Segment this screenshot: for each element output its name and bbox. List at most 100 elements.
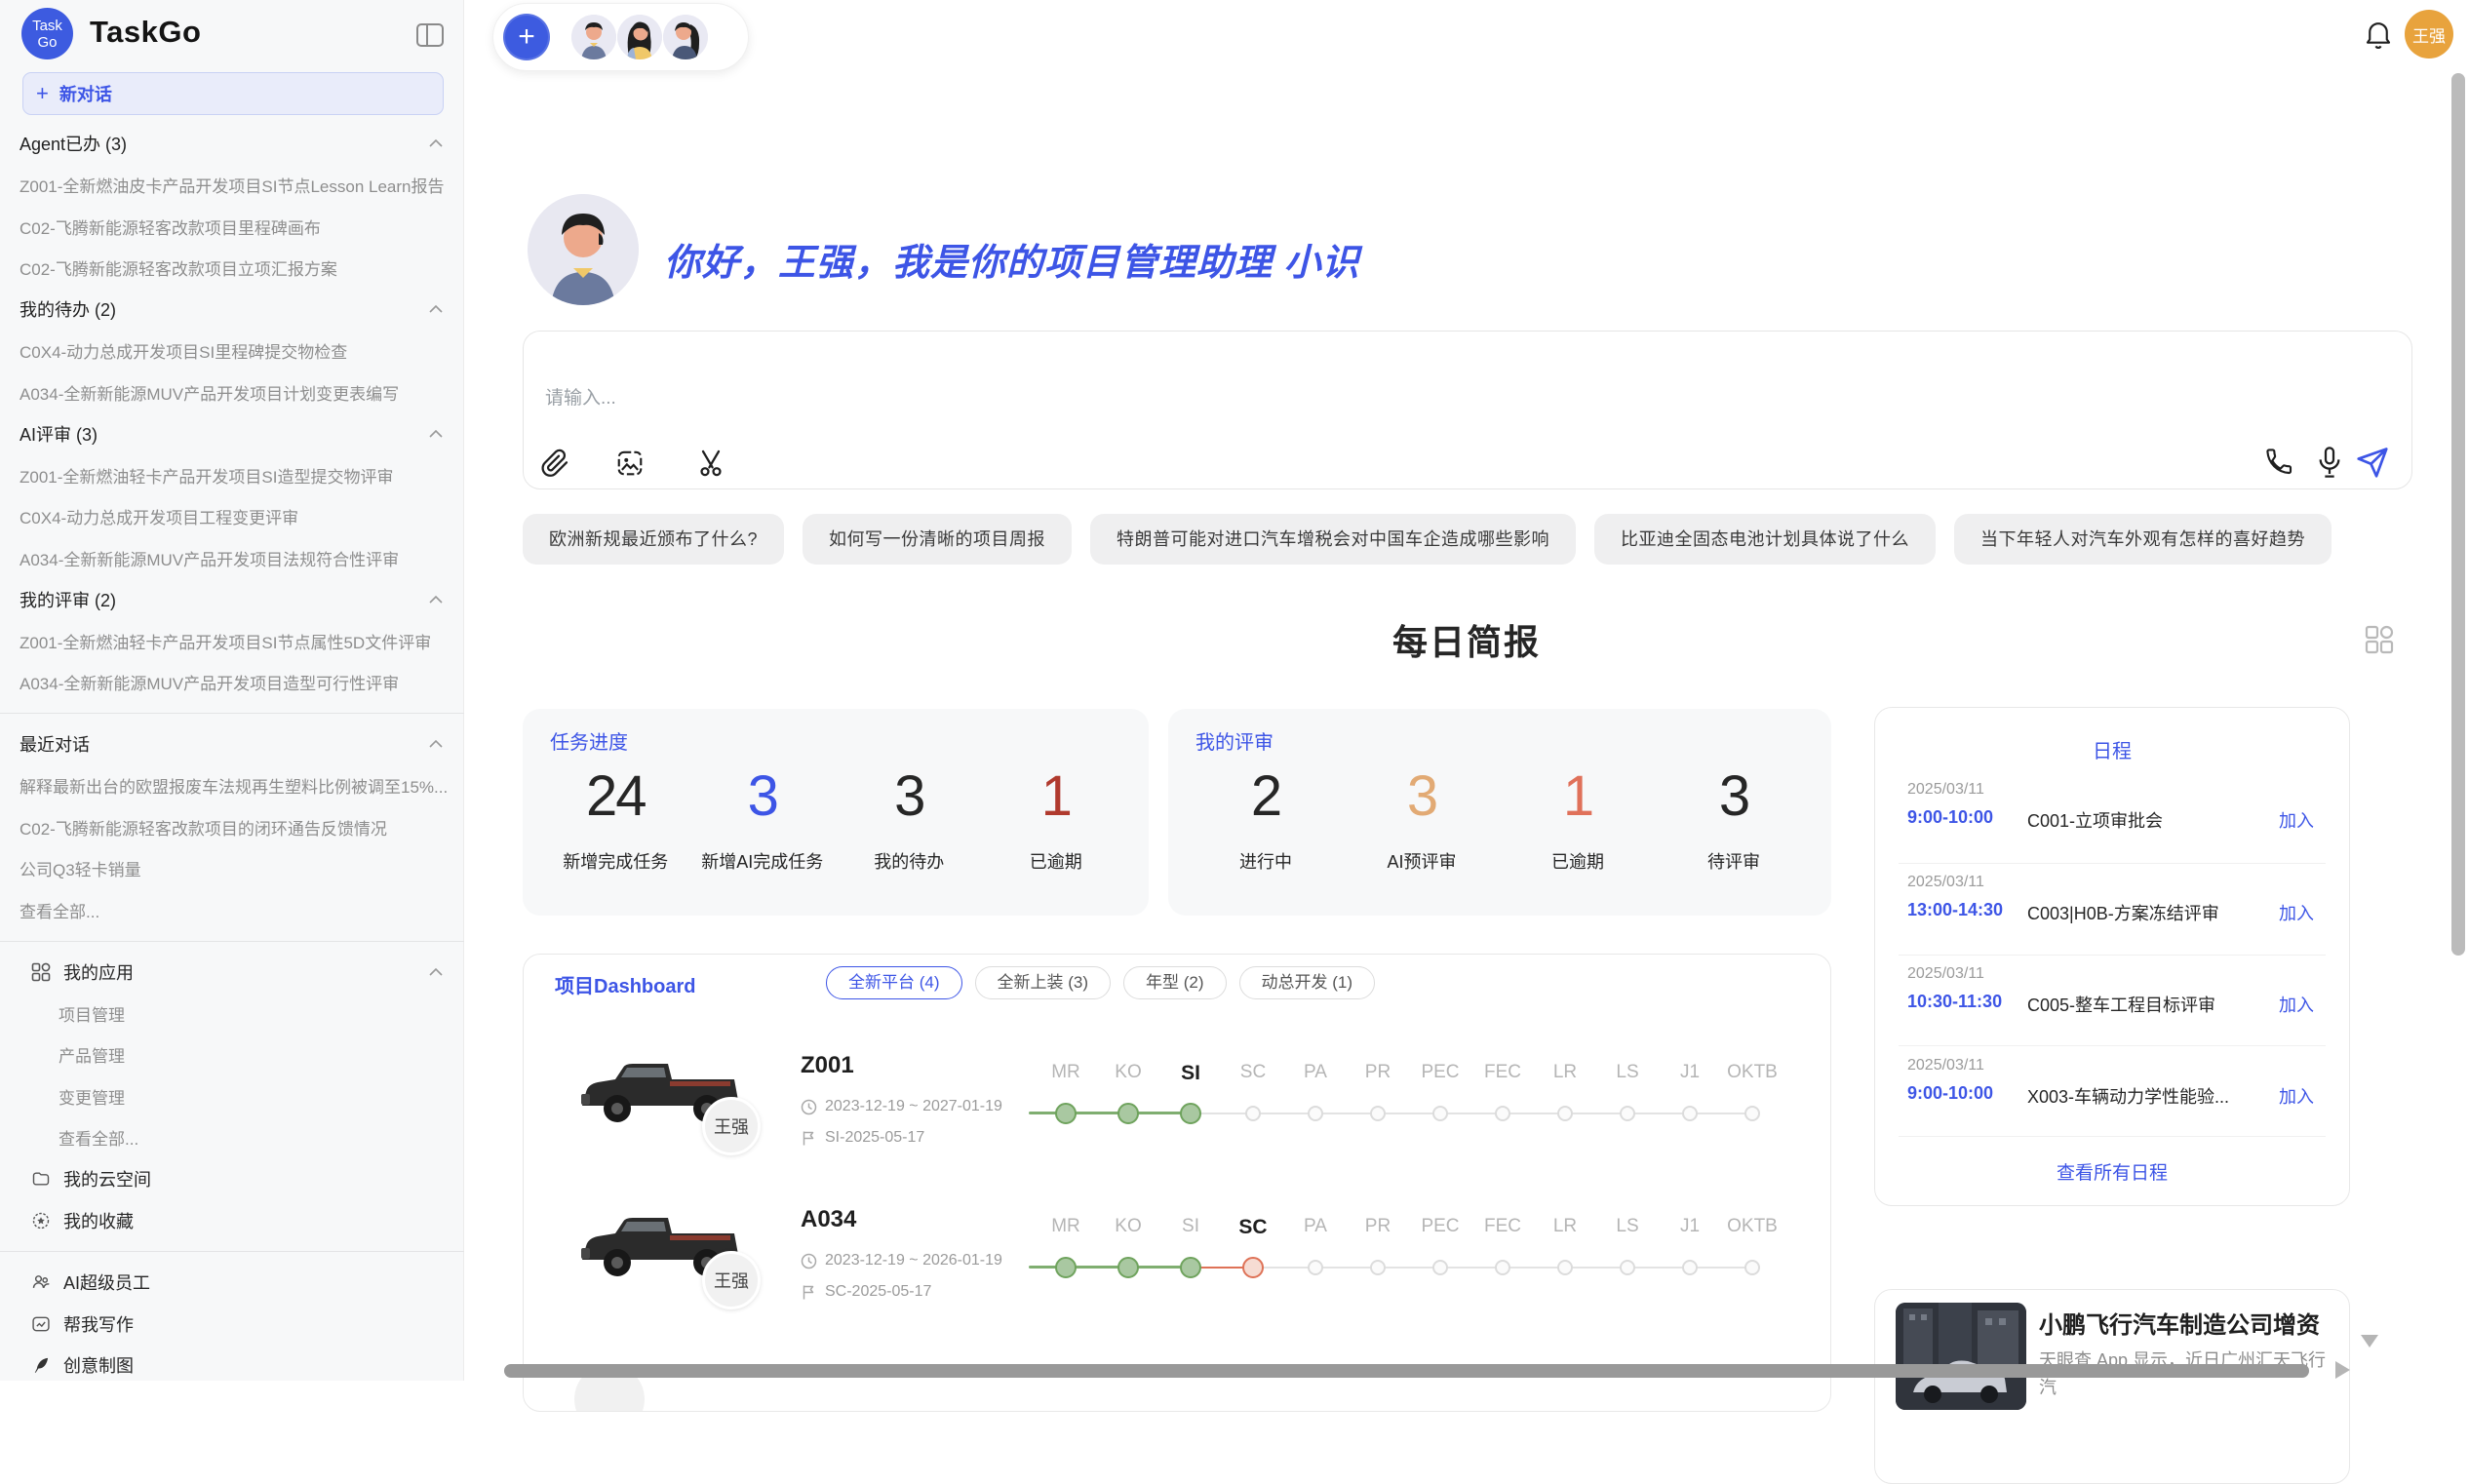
apps-grid-icon <box>31 962 51 982</box>
sidebar-item-help-write[interactable]: 帮我写作 <box>0 1304 464 1346</box>
app-title: TaskGo <box>90 15 201 50</box>
new-chat-button[interactable]: + 新对话 <box>22 72 444 115</box>
agent-avatar[interactable] <box>571 15 616 59</box>
scroll-right-arrow-icon[interactable] <box>2335 1361 2350 1379</box>
section-my-todo[interactable]: 我的待办 (2) <box>0 289 464 331</box>
sidebar-item-favorites[interactable]: 我的收藏 <box>0 1200 464 1242</box>
sidebar-item[interactable]: Z001-全新燃油皮卡产品开发项目SI节点Lesson Learn报告 <box>0 165 464 207</box>
recent-chat-item[interactable]: C02-飞腾新能源轻客改款项目的闭环通告反馈情况 <box>0 806 464 848</box>
suggestion-chip[interactable]: 当下年轻人对汽车外观有怎样的喜好趋势 <box>1954 514 2332 565</box>
sidebar-item[interactable]: A034-全新新能源MUV产品开发项目造型可行性评审 <box>0 662 464 704</box>
join-meeting-link[interactable]: 加入 <box>2279 900 2314 925</box>
milestone-labels: MRKOSISCPAPRPECFECLRLSJ1OKTB <box>1035 1062 1783 1085</box>
suggestion-chip[interactable]: 比亚迪全固态电池计划具体说了什么 <box>1594 514 1936 565</box>
sidebar-collapse-icon[interactable] <box>415 21 445 49</box>
sidebar-item-project-mgmt[interactable]: 项目管理 <box>0 993 464 1035</box>
recent-chat-item[interactable]: 解释最新出台的欧盟报废车法规再生塑料比例被调至15%... <box>0 765 464 807</box>
join-meeting-link[interactable]: 加入 <box>2279 992 2314 1017</box>
chevron-up-icon[interactable] <box>429 430 443 438</box>
filter-new-platform[interactable]: 全新平台 (4) <box>826 966 962 999</box>
send-icon[interactable] <box>2355 445 2388 478</box>
chevron-up-icon[interactable] <box>429 305 443 313</box>
sidebar-item-ai-employee[interactable]: AI超级员工 <box>0 1262 464 1304</box>
chevron-up-icon[interactable] <box>429 740 443 748</box>
badge-star-icon <box>31 1211 51 1230</box>
view-all-schedule-link[interactable]: 查看所有日程 <box>1875 1158 2349 1185</box>
voice-call-icon[interactable] <box>2263 447 2296 480</box>
filter-new-body[interactable]: 全新上装 (3) <box>975 966 1112 999</box>
sidebar-item-my-apps[interactable]: 我的应用 <box>0 952 464 994</box>
sidebar-apps-view-all[interactable]: 查看全部... <box>0 1117 464 1159</box>
chevron-up-icon[interactable] <box>429 596 443 604</box>
milestone-dots <box>1035 1256 1783 1279</box>
section-ai-review[interactable]: AI评审 (3) <box>0 413 464 455</box>
sidebar-item[interactable]: C02-飞腾新能源轻客改款项目立项汇报方案 <box>0 248 464 290</box>
chevron-up-icon[interactable] <box>429 139 443 147</box>
screenshot-scissors-icon[interactable] <box>695 447 728 480</box>
divider <box>1899 1045 2326 1046</box>
image-upload-icon[interactable] <box>615 449 648 482</box>
vertical-scrollbar[interactable] <box>2451 73 2465 956</box>
stat-pending-review: 3 待评审 <box>1656 762 1812 874</box>
event-title: C005-整车工程目标评审 <box>2027 992 2256 1017</box>
project-flag: SI-2025-05-17 <box>801 1129 924 1147</box>
user-avatar[interactable]: 王强 <box>2405 10 2453 59</box>
sidebar-item-cloud-space[interactable]: 我的云空间 <box>0 1158 464 1200</box>
join-meeting-link[interactable]: 加入 <box>2279 1083 2314 1109</box>
event-title: X003-车辆动力学性能验... <box>2027 1083 2256 1109</box>
sidebar-item[interactable]: C0X4-动力总成开发项目工程变更评审 <box>0 496 464 538</box>
event-date: 2025/03/11 <box>1907 874 1984 891</box>
schedule-card: 日程 2025/03/11 9:00-10:00 C001-立项审批会 加入 2… <box>1874 707 2350 1206</box>
news-title: 小鹏飞行汽车制造公司增资 <box>2039 1306 2332 1340</box>
sidebar-item[interactable]: Z001-全新燃油轻卡产品开发项目SI造型提交物评审 <box>0 454 464 496</box>
recent-chat-view-all[interactable]: 查看全部... <box>0 889 464 931</box>
agent-avatar[interactable] <box>617 15 662 59</box>
event-date: 2025/03/11 <box>1907 965 1984 983</box>
sidebar-item[interactable]: C02-飞腾新能源轻客改款项目里程碑画布 <box>0 206 464 248</box>
suggestion-chip[interactable]: 特朗普可能对进口汽车增税会对中国车企造成哪些影响 <box>1090 514 1576 565</box>
add-agent-button[interactable]: + <box>503 14 550 60</box>
sidebar-item[interactable]: A034-全新新能源MUV产品开发项目计划变更表编写 <box>0 371 464 413</box>
project-code: Z001 <box>801 1052 854 1079</box>
stat-review-overdue: 1 已逾期 <box>1500 762 1656 874</box>
agent-avatar[interactable] <box>663 15 708 59</box>
owner-badge: 王强 <box>702 1251 761 1309</box>
sidebar-item[interactable]: C0X4-动力总成开发项目SI里程碑提交物检查 <box>0 331 464 372</box>
suggestion-chip[interactable]: 欧洲新规最近颁布了什么? <box>523 514 784 565</box>
event-time: 9:00-10:00 <box>1907 807 1993 828</box>
project-dates: 2023-12-19 ~ 2027-01-19 <box>801 1098 1002 1115</box>
notification-bell-icon[interactable] <box>2364 19 2393 52</box>
event-time: 10:30-11:30 <box>1907 992 2002 1012</box>
sidebar-item-creative-draw[interactable]: 创意制图 <box>0 1345 464 1386</box>
recent-chat-item[interactable]: 公司Q3轻卡销量 <box>0 848 464 890</box>
filter-powertrain[interactable]: 动总开发 (1) <box>1239 966 1376 999</box>
horizontal-scrollbar[interactable] <box>504 1364 2309 1378</box>
filter-model-year[interactable]: 年型 (2) <box>1123 966 1227 999</box>
chat-input[interactable] <box>545 388 1715 410</box>
join-meeting-link[interactable]: 加入 <box>2279 807 2314 833</box>
section-agent-done[interactable]: Agent已办 (3) <box>0 123 464 165</box>
section-my-review[interactable]: 我的评审 (2) <box>0 579 464 621</box>
sidebar-item[interactable]: Z001-全新燃油轻卡产品开发项目SI节点属性5D文件评审 <box>0 620 464 662</box>
suggestion-chip[interactable]: 如何写一份清晰的项目周报 <box>803 514 1072 565</box>
owner-badge: 王强 <box>702 1097 761 1155</box>
divider <box>1899 863 2326 864</box>
dashboard-title: 项目Dashboard <box>555 970 695 998</box>
app-logo: Task Go <box>21 8 73 59</box>
stat-in-progress: 2 进行中 <box>1188 762 1344 874</box>
feather-pen-icon <box>31 1355 51 1375</box>
stat-ai-prereview: 3 AI预评审 <box>1344 762 1500 874</box>
task-progress-card: 任务进度 24 新增完成任务 3 新增AI完成任务 3 我的待办 1 已逾期 <box>523 709 1149 916</box>
sidebar-item-product-mgmt[interactable]: 产品管理 <box>0 1035 464 1076</box>
sidebar-item-change-mgmt[interactable]: 变更管理 <box>0 1075 464 1117</box>
my-review-card: 我的评审 2 进行中 3 AI预评审 1 已逾期 3 待评审 <box>1168 709 1831 916</box>
layout-grid-icon[interactable] <box>2364 624 2395 655</box>
scroll-down-arrow-icon[interactable] <box>2361 1335 2378 1347</box>
microphone-icon[interactable] <box>2314 445 2347 478</box>
chevron-up-icon[interactable] <box>429 968 443 976</box>
news-card[interactable]: 小鹏飞行汽车制造公司增资 天眼查 App 显示，近日广州汇天飞行汽 <box>1874 1289 2350 1484</box>
attachment-icon[interactable] <box>539 447 572 480</box>
sidebar-item[interactable]: A034-全新新能源MUV产品开发项目法规符合性评审 <box>0 537 464 579</box>
section-recent-chats[interactable]: 最近对话 <box>0 723 464 765</box>
people-icon <box>31 1272 51 1292</box>
